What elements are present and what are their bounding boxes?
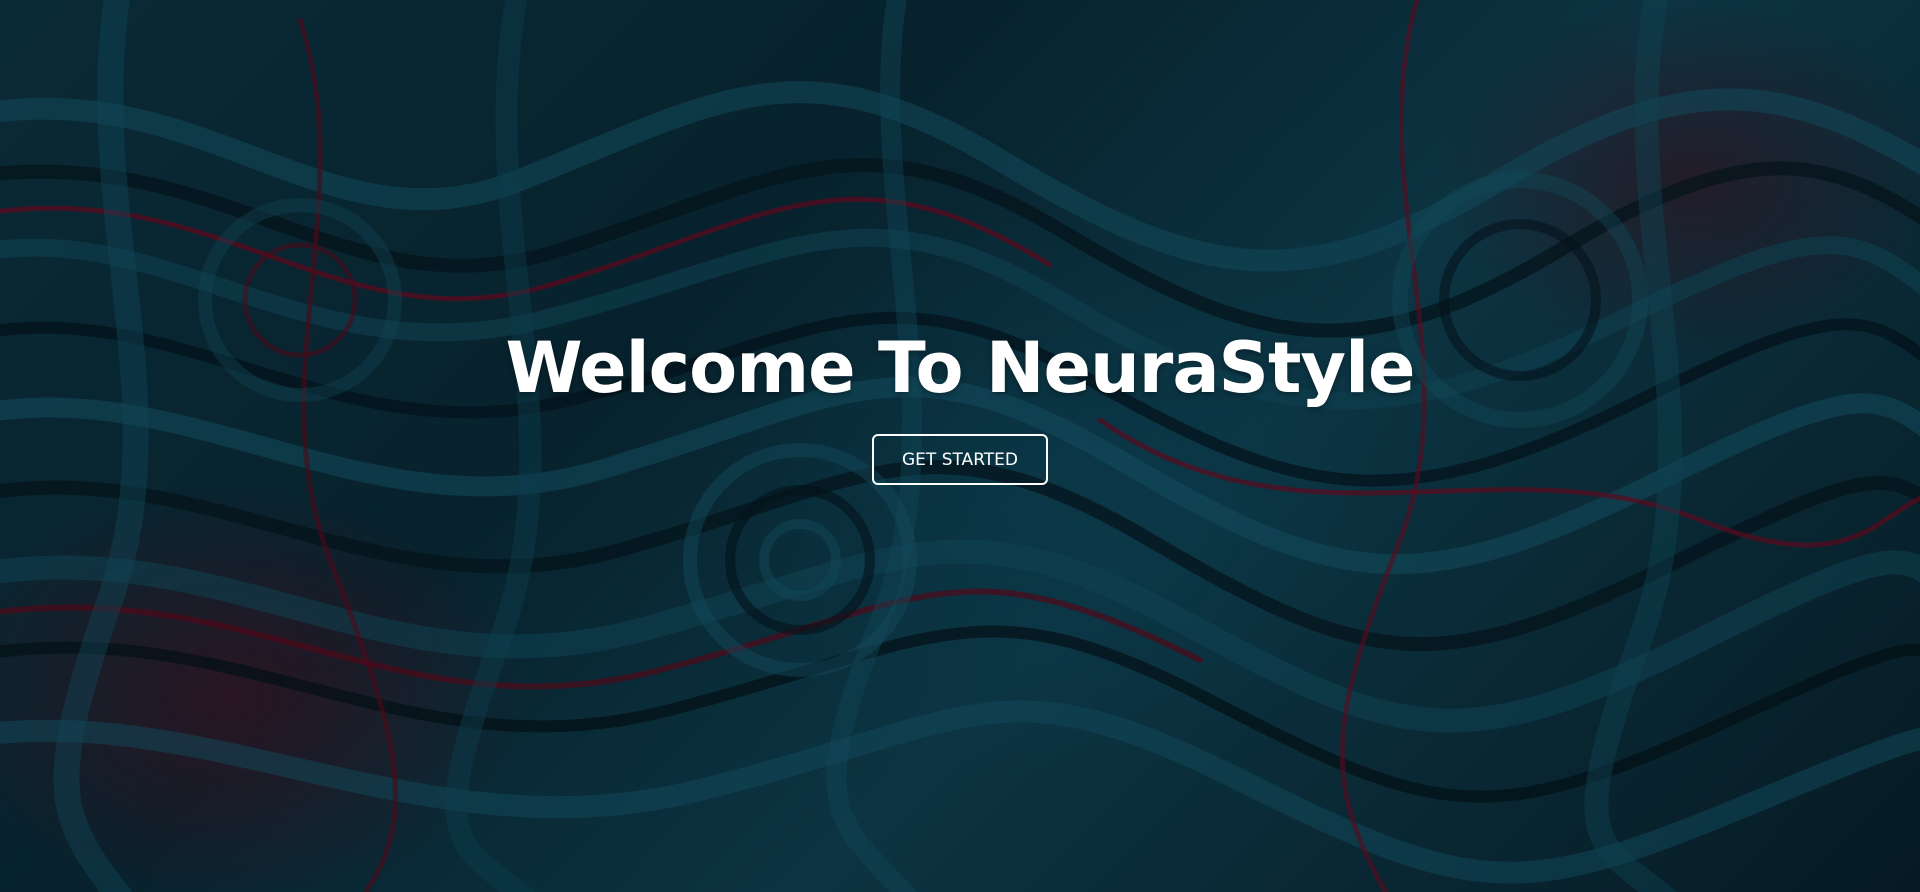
hero-content: Welcome To NeuraStyle GET STARTED [0,0,1920,892]
hero-section: Welcome To NeuraStyle GET STARTED [0,0,1920,892]
hero-title: Welcome To NeuraStyle [505,327,1415,409]
get-started-button[interactable]: GET STARTED [872,434,1048,485]
